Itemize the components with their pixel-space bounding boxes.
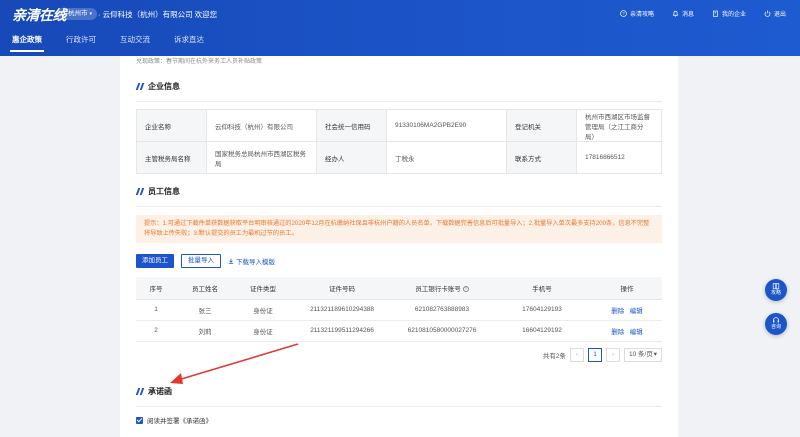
section-mark-icon	[136, 83, 144, 90]
info-label: 企业名称	[136, 109, 207, 142]
cell-id-no: 211321189610294388	[292, 299, 392, 321]
column-header: 员工银行卡账号 ?	[392, 277, 492, 300]
import-notice: 提示：1.可通过下载件单获数据获取平台明审核通过的2020年12月在杭缴纳社保且…	[136, 215, 662, 243]
top-header: 亲清在线 杭州市 ▾ · 云仰科技（杭州）有限公司 欢迎您 ? 亲清攻略 消息 …	[0, 0, 800, 56]
column-header: 证件类型	[234, 277, 292, 300]
agree-checkbox[interactable]	[136, 416, 143, 424]
consult-float-button[interactable]: 咨询	[765, 313, 787, 335]
cell-bank-card: 621082763888983	[392, 299, 492, 321]
company-section-title: 企业信息	[136, 81, 180, 92]
info-row: 主管税务局名称 国家税务总局杭州市西湖区税务局 经办人 丁税永 联系方式 178…	[136, 141, 662, 174]
cell-actions: 删除 编辑	[592, 320, 662, 342]
table-row: 2 刘莉 身份证 211321199511294266 621081058000…	[136, 320, 662, 342]
info-label: 联系方式	[506, 141, 577, 174]
svg-text:?: ?	[622, 11, 625, 16]
city-selector[interactable]: 杭州市 ▾	[56, 8, 98, 20]
info-value: 17816866512	[576, 141, 662, 174]
prev-page-button[interactable]: ‹	[570, 348, 584, 362]
chevron-down-icon: ▾	[89, 11, 93, 17]
cell-no: 1	[136, 299, 176, 321]
cell-phone: 17604129193	[492, 299, 592, 321]
column-header: 证件号码	[292, 277, 392, 300]
table-header-row: 序号 员工姓名 证件类型 证件号码 员工银行卡账号 ? 手机号 操作	[136, 277, 662, 300]
guide-float-button[interactable]: 攻略	[765, 279, 787, 301]
total-count: 共有2条	[542, 353, 566, 360]
logout-link[interactable]: 退出	[764, 9, 786, 18]
info-value: 国家税务总局杭州市西湖区税务局	[206, 141, 317, 174]
chevron-down-icon: ▾	[653, 351, 657, 358]
welcome-text: · 云仰科技（杭州）有限公司 欢迎您	[98, 10, 218, 19]
divider	[136, 101, 662, 102]
promise-section-title: 承诺函	[136, 386, 172, 397]
edit-link[interactable]: 编辑	[630, 329, 643, 336]
page-size-select[interactable]: 10 条/页 ▾	[624, 348, 662, 362]
tab-policies[interactable]: 惠企政策	[0, 30, 54, 56]
pagination: 共有2条 ‹ 1 › 10 条/页 ▾	[543, 348, 662, 362]
main-nav: 惠企政策 行政许可 互动交流 诉求直达	[0, 30, 216, 56]
location-pin-icon	[60, 11, 66, 17]
info-label: 登记机关	[506, 109, 577, 142]
cell-id-type: 身份证	[234, 320, 292, 342]
book-icon	[772, 283, 780, 290]
cell-bank-card: 6210810580000027276	[392, 320, 492, 342]
next-page-button[interactable]: ›	[606, 348, 620, 362]
cell-no: 2	[136, 320, 176, 342]
delete-link[interactable]: 删除	[611, 308, 624, 315]
info-label: 社会统一信用码	[316, 109, 387, 142]
info-value: 91330106MA2GPB2E90	[386, 109, 507, 142]
table-row: 1 张三 身份证 211321189610294388 621082763888…	[136, 299, 662, 321]
bell-icon	[672, 10, 679, 17]
section-mark-icon	[136, 188, 144, 195]
tab-permits[interactable]: 行政许可	[54, 30, 108, 56]
guide-link[interactable]: ? 亲清攻略	[620, 9, 654, 18]
help-icon[interactable]: ?	[462, 286, 469, 293]
edit-link[interactable]: 编辑	[630, 308, 643, 315]
cell-actions: 删除 编辑	[592, 299, 662, 321]
cell-name: 张三	[176, 299, 234, 321]
info-value: 丁税永	[386, 141, 507, 174]
breadcrumb: 兑现政策：春节期间在杭外来务工人员补贴政策	[136, 59, 263, 65]
delete-link[interactable]: 删除	[611, 329, 624, 336]
info-label: 主管税务局名称	[136, 141, 207, 174]
headset-icon	[773, 317, 779, 323]
power-icon	[764, 10, 771, 17]
add-employee-button[interactable]: 添加员工	[136, 254, 174, 268]
column-header: 操作	[592, 277, 662, 300]
help-circle-icon: ?	[620, 10, 627, 17]
batch-import-button[interactable]: 批量导入	[181, 254, 221, 268]
column-header: 序号	[136, 277, 176, 300]
building-icon	[713, 10, 718, 17]
info-value: 杭州市西湖区市场监督管理局（之江工商分局）	[576, 109, 662, 142]
column-header: 员工姓名	[176, 277, 234, 300]
cell-id-no: 211321199511294266	[292, 320, 392, 342]
tab-appeals[interactable]: 诉求直达	[162, 30, 216, 56]
column-header: 手机号	[492, 277, 592, 300]
cell-id-type: 身份证	[234, 299, 292, 321]
main-card: 兑现政策：春节期间在杭外来务工人员补贴政策 企业信息 企业名称 云仰科技（杭州）…	[120, 56, 678, 437]
divider	[136, 406, 662, 407]
info-row: 企业名称 云仰科技（杭州）有限公司 社会统一信用码 91330106MA2GPB…	[136, 109, 662, 142]
my-enterprise-link[interactable]: 我的企业	[712, 9, 746, 18]
company-info-table: 企业名称 云仰科技（杭州）有限公司 社会统一信用码 91330106MA2GPB…	[136, 109, 662, 174]
cell-name: 刘莉	[176, 320, 234, 342]
section-mark-icon	[136, 388, 144, 395]
download-template-link[interactable]: 下载导入模版	[228, 256, 275, 266]
download-icon	[228, 258, 234, 264]
info-label: 经办人	[316, 141, 387, 174]
cell-phone: 16604129192	[492, 320, 592, 342]
staff-section-title: 员工信息	[136, 186, 180, 197]
messages-link[interactable]: 消息	[672, 9, 694, 18]
info-value: 云仰科技（杭州）有限公司	[206, 109, 317, 142]
employee-table: 序号 员工姓名 证件类型 证件号码 员工银行卡账号 ? 手机号 操作 1 张三 …	[136, 277, 662, 342]
tab-interaction[interactable]: 互动交流	[108, 30, 162, 56]
page-number[interactable]: 1	[588, 348, 602, 362]
city-label: 杭州市	[68, 10, 88, 17]
agree-checkbox-row[interactable]: 阅读并签署《承诺函》	[136, 415, 212, 425]
divider	[136, 206, 662, 207]
